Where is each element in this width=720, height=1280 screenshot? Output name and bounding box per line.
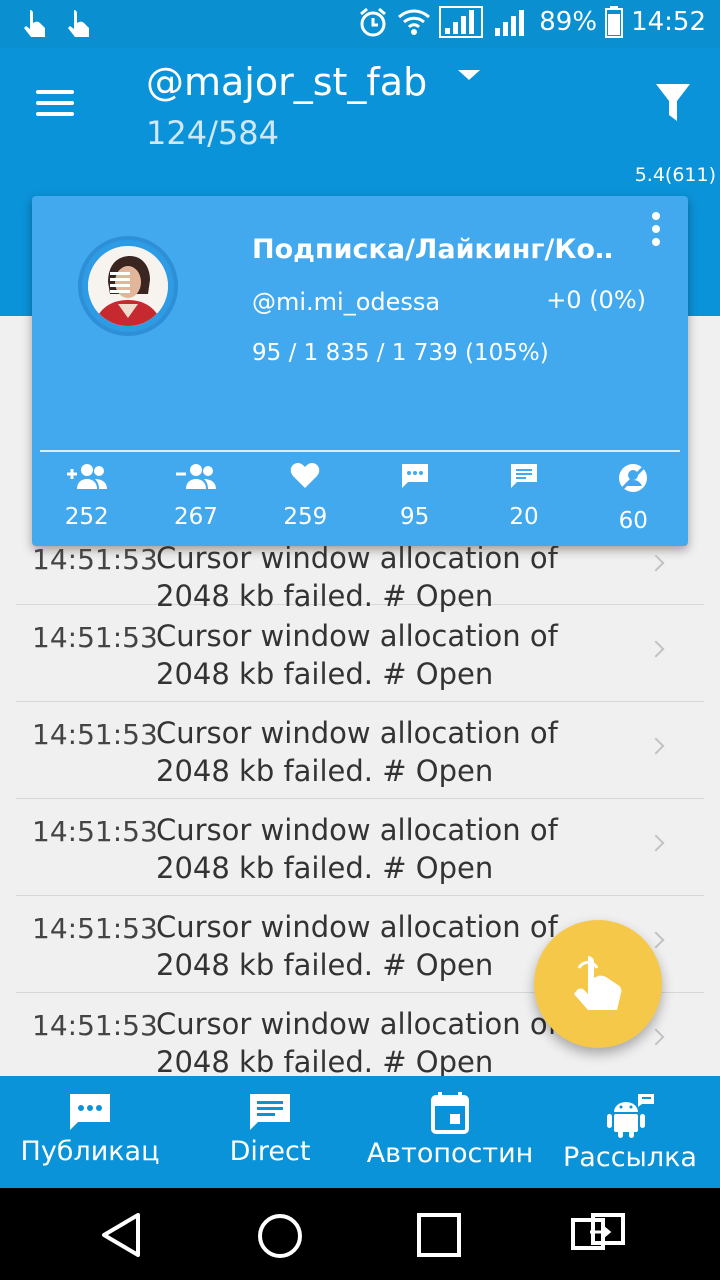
remove-person-icon — [175, 464, 216, 489]
nav-publications[interactable]: Публикац — [0, 1076, 180, 1188]
android-icon — [607, 1094, 654, 1138]
stat-likes[interactable]: 259 — [251, 458, 360, 538]
chevron-right-icon — [647, 554, 665, 572]
log-item[interactable]: 14:51:53 Cursor window allocation of 204… — [16, 605, 704, 702]
log-item[interactable]: 14:51:53 Cursor window allocation of 204… — [16, 799, 704, 896]
log-time: 14:51:53 — [32, 912, 158, 945]
account-counts: 124/584 — [146, 114, 279, 152]
log-time: 14:51:53 — [32, 815, 158, 848]
touch-icon — [68, 10, 89, 37]
task-card[interactable]: Подписка/Лайкинг/Ко… @mi.mi_odessa +0 (0… — [32, 196, 688, 546]
chevron-right-icon — [647, 640, 665, 658]
touch-icon — [24, 10, 45, 37]
heart-icon — [291, 463, 320, 488]
stat-messages[interactable]: 20 — [469, 458, 578, 538]
nav-autoposting[interactable]: Автопостин — [360, 1076, 540, 1188]
stat-value: 60 — [618, 508, 648, 534]
log-time: 14:51:53 — [32, 718, 158, 751]
card-ratio: 95 / 1 835 / 1 739 (105%) — [252, 340, 549, 366]
log-text: Cursor window allocation of 2048 kb fail… — [156, 716, 558, 788]
filter-icon[interactable] — [656, 84, 690, 122]
chat-bubble-icon — [70, 1094, 110, 1130]
back-icon[interactable] — [100, 1212, 142, 1258]
card-username: @mi.mi_odessa — [252, 288, 441, 316]
nav-direct[interactable]: Direct — [180, 1076, 360, 1188]
unfollow-icon — [619, 464, 648, 492]
avatar[interactable] — [78, 236, 178, 336]
stat-value: 259 — [283, 504, 328, 530]
log-text: Cursor window allocation of 2048 kb fail… — [156, 1007, 558, 1076]
stat-blocked[interactable]: 60 — [579, 458, 688, 538]
log-text: Cursor window allocation of 2048 kb fail… — [156, 813, 558, 885]
chevron-right-icon — [647, 737, 665, 755]
message-icon — [510, 464, 537, 488]
more-vert-icon[interactable] — [652, 212, 660, 246]
start-fab-button[interactable] — [534, 920, 662, 1048]
signal-icon — [439, 6, 484, 38]
system-nav-bar — [0, 1188, 720, 1280]
log-text: Cursor window allocation of 2048 kb fail… — [156, 619, 558, 691]
nav-label: Автопостин — [366, 1138, 534, 1169]
battery-icon — [605, 6, 624, 38]
signal-icon — [495, 10, 525, 36]
log-time: 14:51:53 — [32, 621, 158, 654]
comment-icon — [401, 464, 428, 488]
account-name[interactable]: @major_st_fab — [146, 60, 427, 104]
app-bar: @major_st_fab 124/584 — [0, 48, 720, 160]
nav-mailing[interactable]: Рассылка — [540, 1076, 720, 1188]
stat-value: 267 — [174, 504, 218, 530]
card-title: Подписка/Лайкинг/Ко… — [252, 234, 612, 265]
app-version: 5.4(611) — [634, 164, 716, 186]
dropdown-arrow-icon[interactable] — [458, 70, 480, 80]
stat-value: 95 — [400, 504, 430, 530]
recents-icon[interactable] — [416, 1212, 462, 1258]
battery-percent: 89% — [539, 7, 598, 37]
stat-comments[interactable]: 95 — [360, 458, 469, 538]
nav-label: Публикац — [20, 1136, 160, 1167]
stat-unfollow[interactable]: 267 — [141, 458, 250, 538]
clock-time: 14:52 — [631, 7, 706, 37]
menu-icon[interactable] — [36, 86, 76, 120]
calendar-icon — [431, 1092, 469, 1134]
card-delta: +0 (0%) — [546, 286, 646, 314]
message-icon — [250, 1094, 290, 1130]
stat-follow[interactable]: 252 — [32, 458, 141, 538]
stat-value: 20 — [509, 504, 539, 530]
home-icon[interactable] — [256, 1212, 304, 1260]
nav-label: Рассылка — [563, 1142, 697, 1173]
log-item[interactable]: 14:51:53 Cursor window allocation of 204… — [16, 546, 704, 613]
wifi-icon — [398, 9, 431, 35]
log-text: Cursor window allocation of 2048 kb fail… — [156, 910, 558, 982]
card-divider — [40, 450, 680, 452]
add-person-icon — [66, 464, 107, 489]
status-bar: 89% 14:52 — [0, 0, 720, 48]
chevron-right-icon — [647, 834, 665, 852]
log-time: 14:51:53 — [32, 1009, 158, 1042]
stats-row: 252 267 259 95 20 60 — [32, 458, 688, 538]
log-time: 14:51:53 — [32, 546, 158, 576]
chevron-right-icon — [647, 1028, 665, 1046]
nav-label: Direct — [229, 1136, 311, 1167]
stat-value: 252 — [64, 504, 109, 530]
touch-icon — [574, 956, 622, 1010]
alarm-icon — [360, 7, 387, 37]
log-item[interactable]: 14:51:53 Cursor window allocation of 204… — [16, 702, 704, 799]
switch-app-icon[interactable] — [570, 1212, 626, 1252]
bottom-nav: Публикац Direct Автопостин Рассылка — [0, 1076, 720, 1188]
